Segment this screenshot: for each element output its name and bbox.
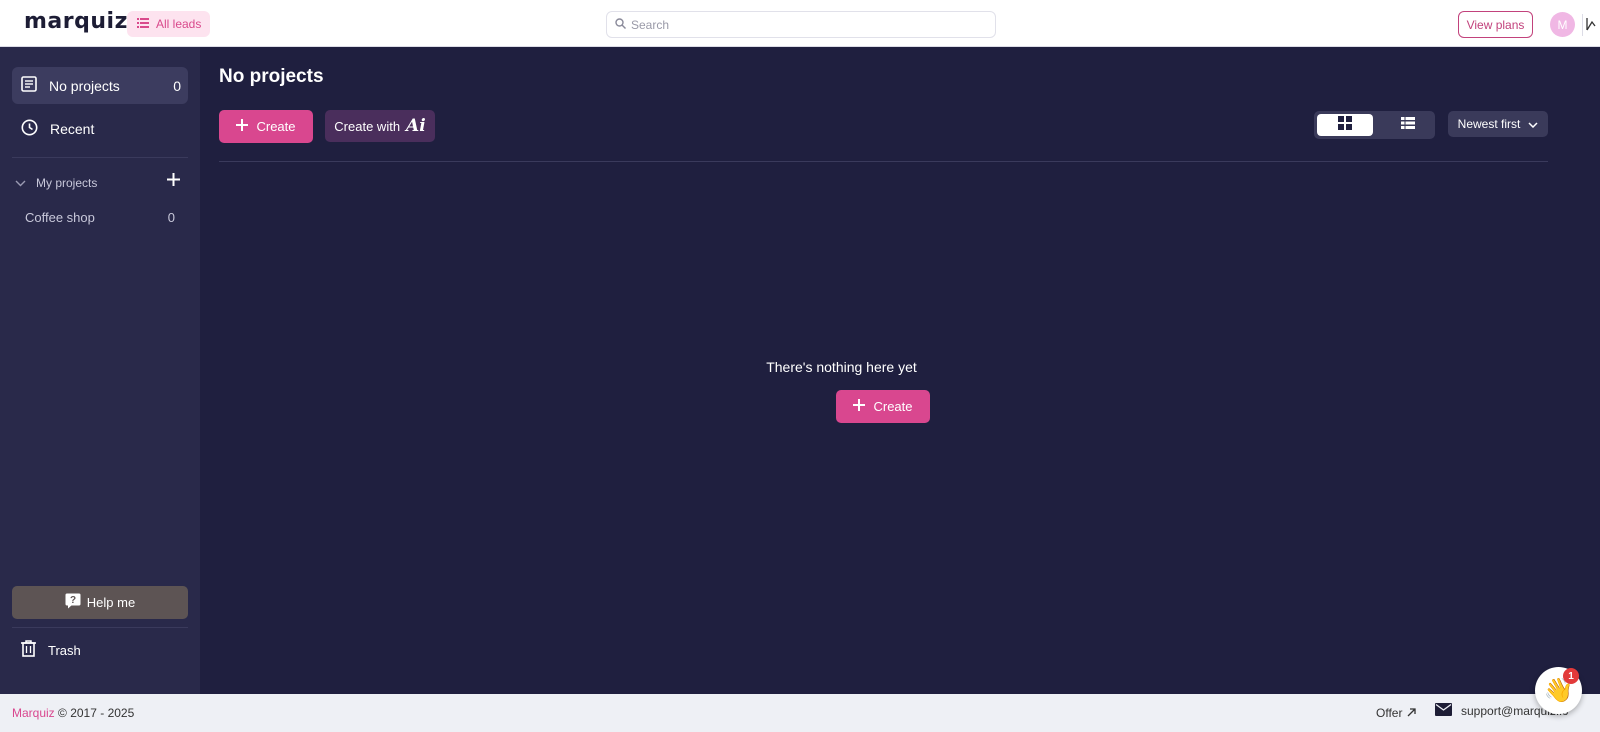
plus-icon <box>236 119 249 134</box>
create-label: Create <box>256 119 296 134</box>
copyright-text: © 2017 - 2025 <box>58 706 135 720</box>
chevron-down-icon[interactable] <box>15 176 26 190</box>
question-icon: ? <box>65 593 81 612</box>
sidebar-item-label: Recent <box>50 120 95 137</box>
sort-dropdown[interactable]: Newest first <box>1448 111 1548 137</box>
create-with-ai-button[interactable]: Create with Ai <box>325 110 435 142</box>
grid-icon <box>1338 115 1352 135</box>
empty-state-text: There's nothing here yet <box>766 359 917 375</box>
content-divider <box>219 161 1548 162</box>
list-view-button[interactable] <box>1383 114 1433 136</box>
create-label: Create <box>873 399 913 414</box>
table-icon <box>1401 116 1415 134</box>
search-input[interactable] <box>631 17 971 32</box>
notification-badge: 1 <box>1563 668 1579 684</box>
view-plans-button[interactable]: View plans <box>1458 11 1533 38</box>
panel-edge-icon[interactable] <box>1582 14 1600 36</box>
sidebar-item-recent[interactable]: Recent <box>12 110 188 147</box>
empty-create-button[interactable]: Create <box>836 390 930 423</box>
footer: Marquiz © 2017 - 2025 Offer support@marq… <box>0 694 1600 732</box>
all-leads-label: All leads <box>156 17 202 31</box>
mail-icon <box>1435 703 1452 719</box>
create-button[interactable]: Create <box>219 110 313 143</box>
marquiz-logo[interactable]: marquiz <box>24 9 128 34</box>
project-count: 0 <box>167 210 175 225</box>
offer-link[interactable]: Offer <box>1376 706 1417 720</box>
footer-brand-link[interactable]: Marquiz <box>12 706 55 720</box>
view-toggle <box>1314 111 1435 139</box>
sort-label: Newest first <box>1457 117 1521 131</box>
avatar[interactable]: M <box>1550 12 1575 37</box>
page-title: No projects <box>219 66 324 87</box>
search-box[interactable] <box>606 11 996 38</box>
my-projects-label: My projects <box>36 176 98 190</box>
clock-icon <box>21 119 38 139</box>
my-projects-section[interactable]: My projects <box>15 172 185 194</box>
help-me-button[interactable]: ? Help me <box>12 586 188 619</box>
all-leads-button[interactable]: All leads <box>127 11 210 37</box>
trash-label: Trash <box>48 642 81 658</box>
create-with-label: Create with <box>334 118 401 134</box>
trash-icon <box>21 640 36 660</box>
list-icon <box>137 17 149 31</box>
plus-icon <box>853 399 866 414</box>
sidebar: No projects 0 Recent My projects Coffee … <box>0 47 200 694</box>
trash-item[interactable]: Trash <box>21 640 81 660</box>
project-count: 0 <box>173 77 181 94</box>
project-name: Coffee shop <box>25 210 95 225</box>
top-bar: marquiz All leads View plans M <box>0 0 1600 47</box>
add-project-icon[interactable] <box>167 173 180 189</box>
svg-text:?: ? <box>70 595 76 606</box>
chevron-down-icon <box>1528 117 1538 131</box>
main-content: No projects Create Create with Ai Newest… <box>200 47 1600 694</box>
sidebar-item-label: No projects <box>49 77 120 94</box>
external-link-icon <box>1407 706 1417 720</box>
sidebar-item-coffee-shop[interactable]: Coffee shop 0 <box>25 210 175 225</box>
search-icon <box>615 16 626 34</box>
offer-label: Offer <box>1376 706 1403 720</box>
footer-copyright: Marquiz © 2017 - 2025 <box>12 706 134 720</box>
ai-icon: Ai <box>406 116 426 136</box>
sidebar-divider <box>12 157 188 158</box>
help-me-label: Help me <box>86 595 136 610</box>
sidebar-item-no-projects[interactable]: No projects 0 <box>12 67 188 104</box>
sidebar-divider <box>12 627 188 628</box>
document-icon <box>21 76 37 95</box>
grid-view-button[interactable] <box>1317 114 1373 136</box>
